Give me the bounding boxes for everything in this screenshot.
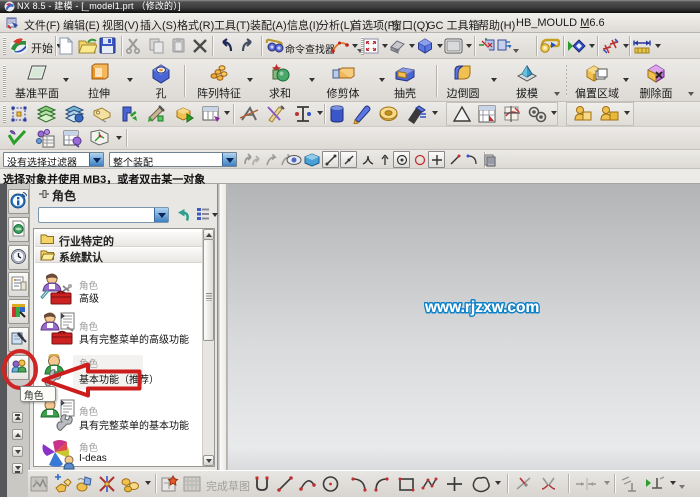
svg-text:www.rjzxw.com: www.rjzxw.com (424, 299, 539, 316)
